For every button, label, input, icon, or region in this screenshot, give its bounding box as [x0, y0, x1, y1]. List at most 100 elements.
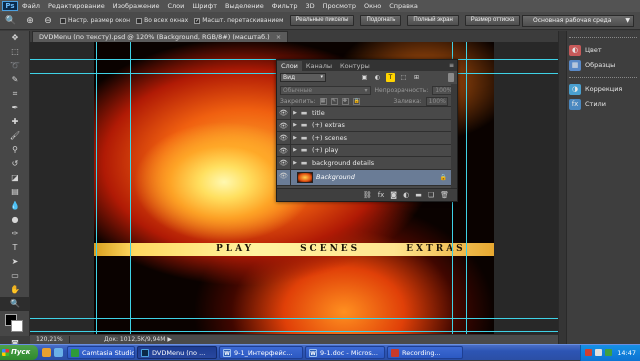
tab-layers[interactable]: Слои: [277, 61, 302, 71]
expand-triangle-icon[interactable]: ▶: [291, 147, 299, 153]
new-group-icon[interactable]: ▬: [415, 191, 422, 199]
guide-vertical[interactable]: [466, 42, 467, 334]
tray-icon[interactable]: [605, 349, 612, 356]
quick-launch-icon[interactable]: [42, 348, 51, 357]
menu-window[interactable]: Окно: [360, 2, 385, 10]
healing-tool-icon[interactable]: ✚: [0, 115, 30, 129]
smart-object-filter-icon[interactable]: ⊞: [412, 73, 421, 82]
eraser-tool-icon[interactable]: ◪: [0, 171, 30, 185]
brush-tool-icon[interactable]: 🖌: [0, 129, 30, 143]
menu-edit[interactable]: Редактирование: [44, 2, 109, 10]
menu-select[interactable]: Выделение: [221, 2, 268, 10]
pixel-filter-icon[interactable]: ▣: [360, 73, 369, 82]
history-brush-tool-icon[interactable]: ↺: [0, 157, 30, 171]
color-swatches[interactable]: [0, 311, 30, 337]
guide-vertical[interactable]: [130, 42, 131, 334]
expand-triangle-icon[interactable]: ▶: [291, 110, 299, 116]
eye-icon[interactable]: 👁: [277, 119, 291, 131]
add-mask-icon[interactable]: ◙: [390, 191, 397, 199]
actual-pixels-button[interactable]: Реальные пикселы: [289, 15, 355, 26]
layers-scrollbar[interactable]: [451, 84, 457, 189]
menu-filter[interactable]: Фильтр: [268, 2, 302, 10]
layer-row[interactable]: 👁 ▶ ▬ (+) extras: [277, 119, 457, 132]
menu-type[interactable]: Шрифт: [188, 2, 221, 10]
background-color[interactable]: [11, 320, 23, 332]
task-word-1[interactable]: W 9-1_Интерфейс...: [219, 346, 303, 359]
quick-select-tool-icon[interactable]: ✎: [0, 73, 30, 87]
layer-row[interactable]: 👁 ▶ ▬ (+) scenes: [277, 132, 457, 145]
zoom-all-windows-checkbox[interactable]: Во всех окнах: [136, 17, 188, 24]
lock-transparency-icon[interactable]: ▦: [319, 97, 327, 105]
filter-kind-select[interactable]: Вид ▾: [280, 73, 326, 82]
expand-triangle-icon[interactable]: ▶: [291, 135, 299, 141]
dock-grip[interactable]: [569, 77, 637, 79]
task-camtasia[interactable]: Camtasia Studio...: [67, 346, 135, 359]
eye-icon[interactable]: 👁: [277, 144, 291, 156]
layer-row-background[interactable]: 👁 Background 🔒: [277, 169, 457, 186]
new-layer-icon[interactable]: ❏: [428, 191, 434, 199]
eye-icon[interactable]: 👁: [277, 169, 291, 185]
dock-item-swatches[interactable]: ▦ Образцы: [569, 58, 615, 72]
layer-row[interactable]: 👁 ▶ ▬ background details: [277, 157, 457, 170]
zoom-in-icon[interactable]: ⊕: [24, 15, 36, 27]
tray-icon[interactable]: [585, 349, 592, 356]
guide-vertical[interactable]: [96, 42, 97, 334]
start-button[interactable]: Пуск: [0, 345, 38, 360]
task-recording[interactable]: Recording...: [387, 346, 463, 359]
expand-triangle-icon[interactable]: ▶: [291, 160, 299, 166]
path-select-tool-icon[interactable]: ➤: [0, 255, 30, 269]
menu-file[interactable]: Файл: [18, 2, 44, 10]
menu-image[interactable]: Изображение: [109, 2, 164, 10]
zoom-level[interactable]: 120,21%: [30, 336, 70, 343]
blur-tool-icon[interactable]: 💧: [0, 199, 30, 213]
task-photoshop[interactable]: DVDMenu (по ...: [137, 346, 217, 359]
expand-triangle-icon[interactable]: ▶: [291, 122, 299, 128]
shape-tool-icon[interactable]: ▭: [0, 269, 30, 283]
panel-menu-icon[interactable]: ≡: [449, 61, 457, 71]
hand-tool-icon[interactable]: ✋: [0, 283, 30, 297]
stamp-tool-icon[interactable]: ⚲: [0, 143, 30, 157]
document-tab[interactable]: DVDMenu (по тексту).psd @ 120% (Backgrou…: [32, 31, 289, 42]
eyedropper-tool-icon[interactable]: ✒: [0, 101, 30, 115]
tray-icon[interactable]: [595, 349, 602, 356]
workspace-select[interactable]: Основная рабочая среда ▼: [522, 15, 634, 27]
blend-mode-select[interactable]: Обычные ▾: [280, 85, 371, 95]
eye-icon[interactable]: 👁: [277, 157, 291, 169]
quick-launch-icon[interactable]: [54, 348, 63, 357]
type-filter-icon[interactable]: T: [386, 73, 395, 82]
eye-icon[interactable]: 👁: [277, 107, 291, 119]
print-size-button[interactable]: Размер оттиска: [464, 15, 521, 26]
layer-row[interactable]: 👁 ▶ ▬ title: [277, 107, 457, 120]
dock-item-color[interactable]: ◐ Цвет: [569, 43, 602, 57]
lasso-tool-icon[interactable]: ➰: [0, 59, 30, 73]
scrubby-zoom-checkbox[interactable]: ✓ Масшт. перетаскиванием: [194, 17, 284, 24]
move-tool-icon[interactable]: ✥: [0, 31, 30, 45]
new-adjustment-icon[interactable]: ◐: [403, 191, 409, 199]
task-word-2[interactable]: W 9-1.doc - Micros...: [305, 346, 385, 359]
dock-collapse-strip[interactable]: [559, 31, 567, 344]
fit-screen-button[interactable]: Подогнать: [360, 15, 402, 26]
dodge-tool-icon[interactable]: ●: [0, 213, 30, 227]
eye-icon[interactable]: 👁: [277, 132, 291, 144]
filter-toggle[interactable]: [448, 73, 454, 82]
zoom-icon[interactable]: 🔍: [4, 15, 18, 27]
pen-tool-icon[interactable]: ✑: [0, 227, 30, 241]
menu-help[interactable]: Справка: [385, 2, 422, 10]
status-menu-arrow-icon[interactable]: ▶: [167, 336, 172, 343]
menu-view[interactable]: Просмотр: [319, 2, 360, 10]
shape-filter-icon[interactable]: ⬚: [399, 73, 408, 82]
lock-pixels-icon[interactable]: ✎: [330, 97, 338, 105]
fill-input[interactable]: 100%: [425, 96, 448, 106]
layer-row[interactable]: 👁 ▶ ▬ (+) play: [277, 144, 457, 157]
link-layers-icon[interactable]: ⛓: [363, 191, 372, 199]
delete-layer-icon[interactable]: 🗑: [440, 191, 449, 199]
zoom-tool-icon[interactable]: 🔍: [0, 297, 30, 311]
zoom-out-icon[interactable]: ⊖: [42, 15, 54, 27]
fill-screen-button[interactable]: Полный экран: [407, 15, 459, 26]
guide-horizontal[interactable]: [30, 318, 558, 319]
crop-tool-icon[interactable]: ⌗: [0, 87, 30, 101]
tab-channels[interactable]: Каналы: [302, 61, 336, 71]
add-style-icon[interactable]: fx: [378, 191, 385, 199]
guide-horizontal[interactable]: [30, 331, 558, 332]
menu-3d[interactable]: 3D: [301, 2, 318, 10]
